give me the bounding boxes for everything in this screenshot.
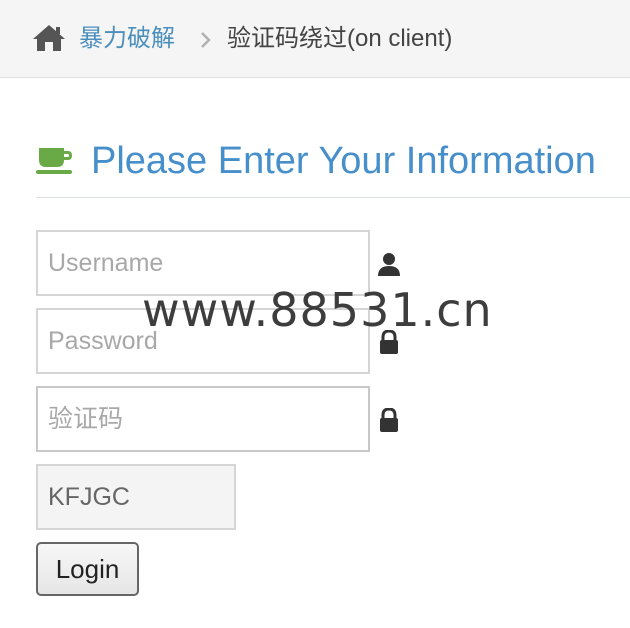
captcha-input[interactable] (36, 386, 370, 452)
breadcrumb: 暴力破解 验证码绕过(on client) (0, 0, 630, 78)
login-button[interactable]: Login (36, 542, 139, 596)
page-header: Please Enter Your Information (36, 132, 630, 198)
page-title: Please Enter Your Information (91, 140, 596, 182)
password-input[interactable] (36, 308, 370, 374)
chevron-right-icon (201, 32, 211, 48)
username-input[interactable] (36, 230, 370, 296)
captcha-code-display: KFJGC (36, 464, 236, 530)
coffee-icon (36, 148, 72, 174)
lock-icon (380, 408, 398, 432)
lock-icon (380, 330, 398, 354)
home-icon[interactable] (32, 24, 66, 52)
breadcrumb-current: 验证码绕过(on client) (227, 25, 453, 52)
breadcrumb-link-brute-force[interactable]: 暴力破解 (79, 24, 175, 54)
user-icon (378, 253, 400, 276)
